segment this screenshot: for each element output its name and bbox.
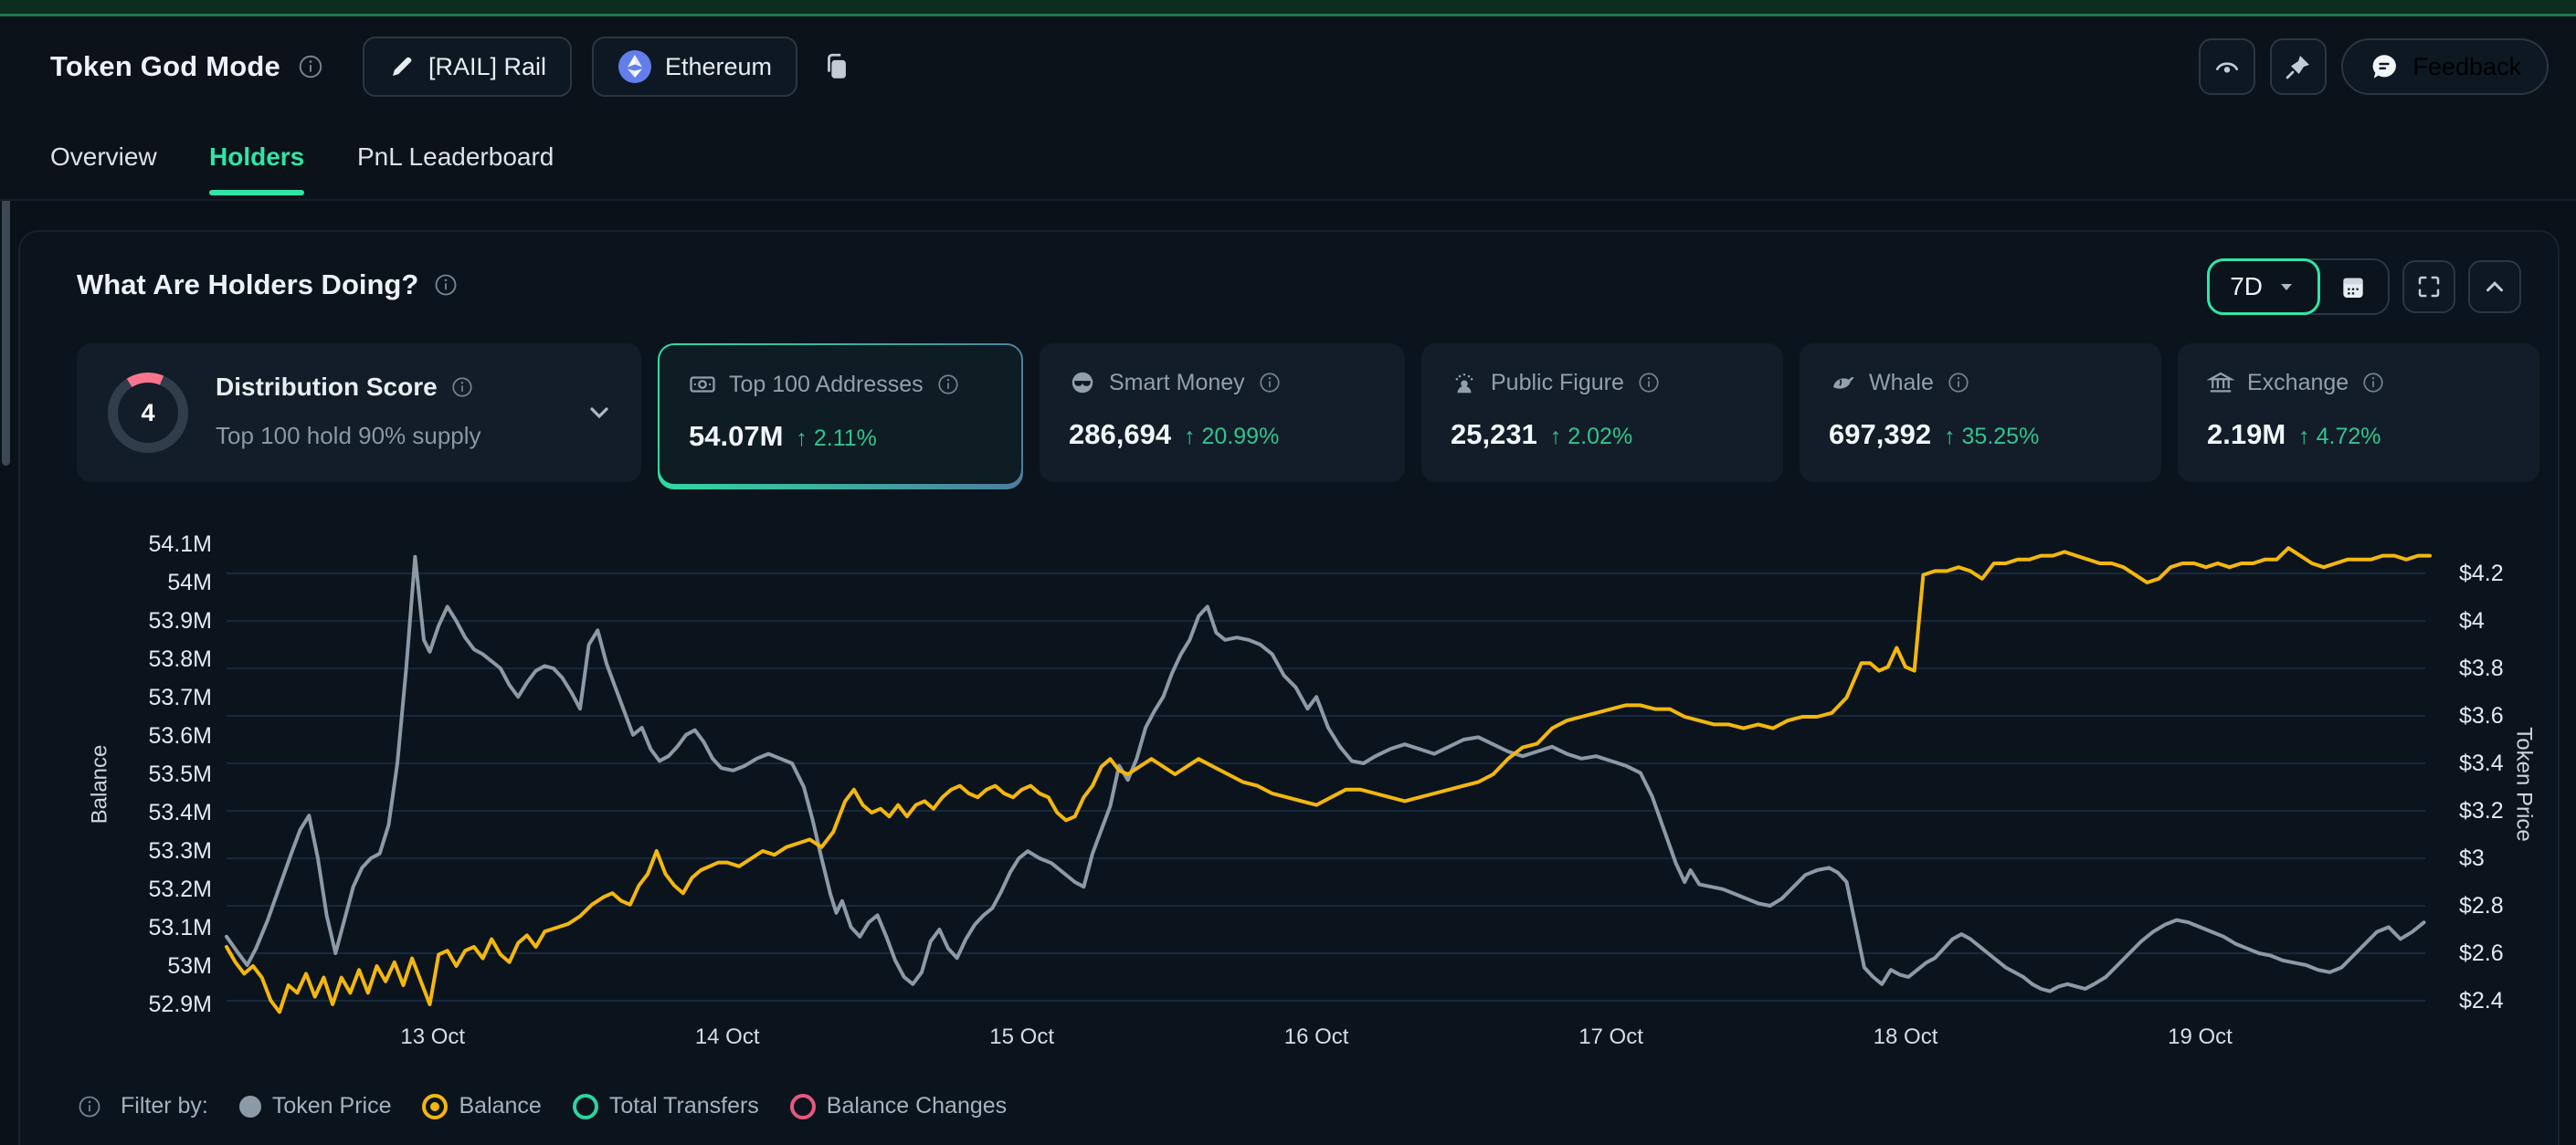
info-icon[interactable]: [1947, 371, 1970, 394]
card-change: ↑ 20.99%: [1184, 424, 1279, 450]
chart-filter-legend: Filter by: Token Price Balance Total Tra…: [77, 1093, 1007, 1119]
chain-select-button[interactable]: Ethereum: [592, 37, 797, 97]
tab-overview[interactable]: Overview: [50, 117, 157, 197]
score-value: 4: [118, 383, 178, 443]
panel-title: What Are Holders Doing?: [77, 268, 418, 301]
collapse-button[interactable]: [2468, 260, 2521, 313]
feedback-label: Feedback: [2412, 53, 2521, 81]
score-subtitle: Top 100 hold 90% supply: [216, 422, 481, 450]
page-title: Token God Mode: [50, 50, 280, 83]
info-icon[interactable]: [1637, 371, 1661, 394]
info-icon[interactable]: [1258, 371, 1282, 394]
filter-by-label: Filter by:: [121, 1093, 208, 1119]
public-figure-card[interactable]: Public Figure 25,231 ↑ 2.02%: [1421, 343, 1783, 482]
smart-money-card[interactable]: Smart Money 286,694 ↑ 20.99%: [1040, 343, 1405, 482]
chat-bubble-icon: [2369, 51, 2400, 82]
info-icon[interactable]: [433, 272, 459, 298]
info-icon[interactable]: [936, 373, 960, 396]
public-figure-icon: [1451, 369, 1478, 396]
card-title: Exchange: [2247, 370, 2349, 396]
copy-address-icon[interactable]: [821, 51, 852, 82]
calendar-button[interactable]: [2318, 260, 2388, 313]
info-icon[interactable]: [297, 53, 324, 80]
feedback-button[interactable]: Feedback: [2341, 38, 2549, 95]
chain-name: Ethereum: [665, 53, 772, 81]
card-title: Public Figure: [1491, 370, 1624, 396]
legend-balance[interactable]: Balance: [422, 1093, 541, 1119]
token-select-button[interactable]: [RAIL] Rail: [363, 37, 572, 97]
card-change: ↑ 4.72%: [2298, 424, 2381, 450]
legend-balance-changes[interactable]: Balance Changes: [790, 1093, 1007, 1119]
ethereum-icon: [618, 49, 652, 84]
bank-icon: [2207, 369, 2234, 396]
token-god-mode-page: Token God Mode [RAIL] Rail Ethereum: [0, 0, 2576, 1145]
balance-changes-swatch: [790, 1094, 816, 1119]
tab-bar: Overview Holders PnL Leaderboard: [0, 117, 2576, 201]
top-100-addresses-card[interactable]: Top 100 Addresses 54.07M ↑ 2.11%: [658, 343, 1023, 489]
smart-money-icon: [1069, 369, 1096, 396]
holders-activity-panel: What Are Holders Doing? 7D: [18, 230, 2560, 1145]
card-title: Top 100 Addresses: [729, 372, 924, 398]
card-change: ↑ 2.02%: [1550, 424, 1632, 450]
top-accent-strip: [0, 0, 2576, 16]
whale-card[interactable]: Whale 697,392 ↑ 35.25%: [1800, 343, 2161, 482]
range-dropdown[interactable]: 7D: [2207, 258, 2320, 315]
card-value: 54.07M: [689, 420, 783, 453]
header-bar: Token God Mode [RAIL] Rail Ethereum: [0, 16, 2576, 117]
exchange-card[interactable]: Exchange 2.19M ↑ 4.72%: [2178, 343, 2539, 482]
pin-button[interactable]: [2270, 38, 2327, 95]
range-value: 7D: [2230, 272, 2263, 301]
score-gauge: 4: [108, 373, 188, 453]
card-change: ↑ 35.25%: [1944, 424, 2039, 450]
chevron-down-icon[interactable]: [585, 398, 614, 427]
token-price-swatch: [239, 1096, 261, 1118]
card-title: Smart Money: [1109, 370, 1245, 396]
whale-icon: [1829, 369, 1856, 396]
distribution-score-card[interactable]: 4 Distribution Score Top 100 hold 90% su…: [77, 343, 641, 482]
caret-down-icon: [2275, 276, 2297, 298]
token-name: [RAIL] Rail: [428, 53, 546, 81]
fullscreen-button[interactable]: [2402, 260, 2455, 313]
tab-pnl-leaderboard[interactable]: PnL Leaderboard: [357, 117, 554, 197]
tab-holders[interactable]: Holders: [209, 117, 304, 197]
info-icon: [77, 1094, 102, 1119]
banknote-icon: [689, 371, 716, 398]
card-value: 286,694: [1069, 418, 1171, 451]
card-change: ↑ 2.11%: [796, 425, 876, 452]
date-range-control: 7D: [2207, 258, 2390, 315]
legend-total-transfers[interactable]: Total Transfers: [573, 1093, 759, 1119]
legend-token-price[interactable]: Token Price: [239, 1093, 392, 1119]
card-title: Whale: [1869, 370, 1934, 396]
balance-swatch: [422, 1094, 448, 1119]
card-title: Distribution Score: [216, 373, 438, 402]
pencil-icon: [388, 53, 416, 80]
card-value: 25,231: [1451, 418, 1537, 451]
watchlist-eye-button[interactable]: [2199, 38, 2255, 95]
card-value: 697,392: [1829, 418, 1931, 451]
total-transfers-swatch: [573, 1094, 598, 1119]
info-icon[interactable]: [450, 375, 474, 399]
card-value: 2.19M: [2207, 418, 2286, 451]
info-icon[interactable]: [2361, 371, 2385, 394]
